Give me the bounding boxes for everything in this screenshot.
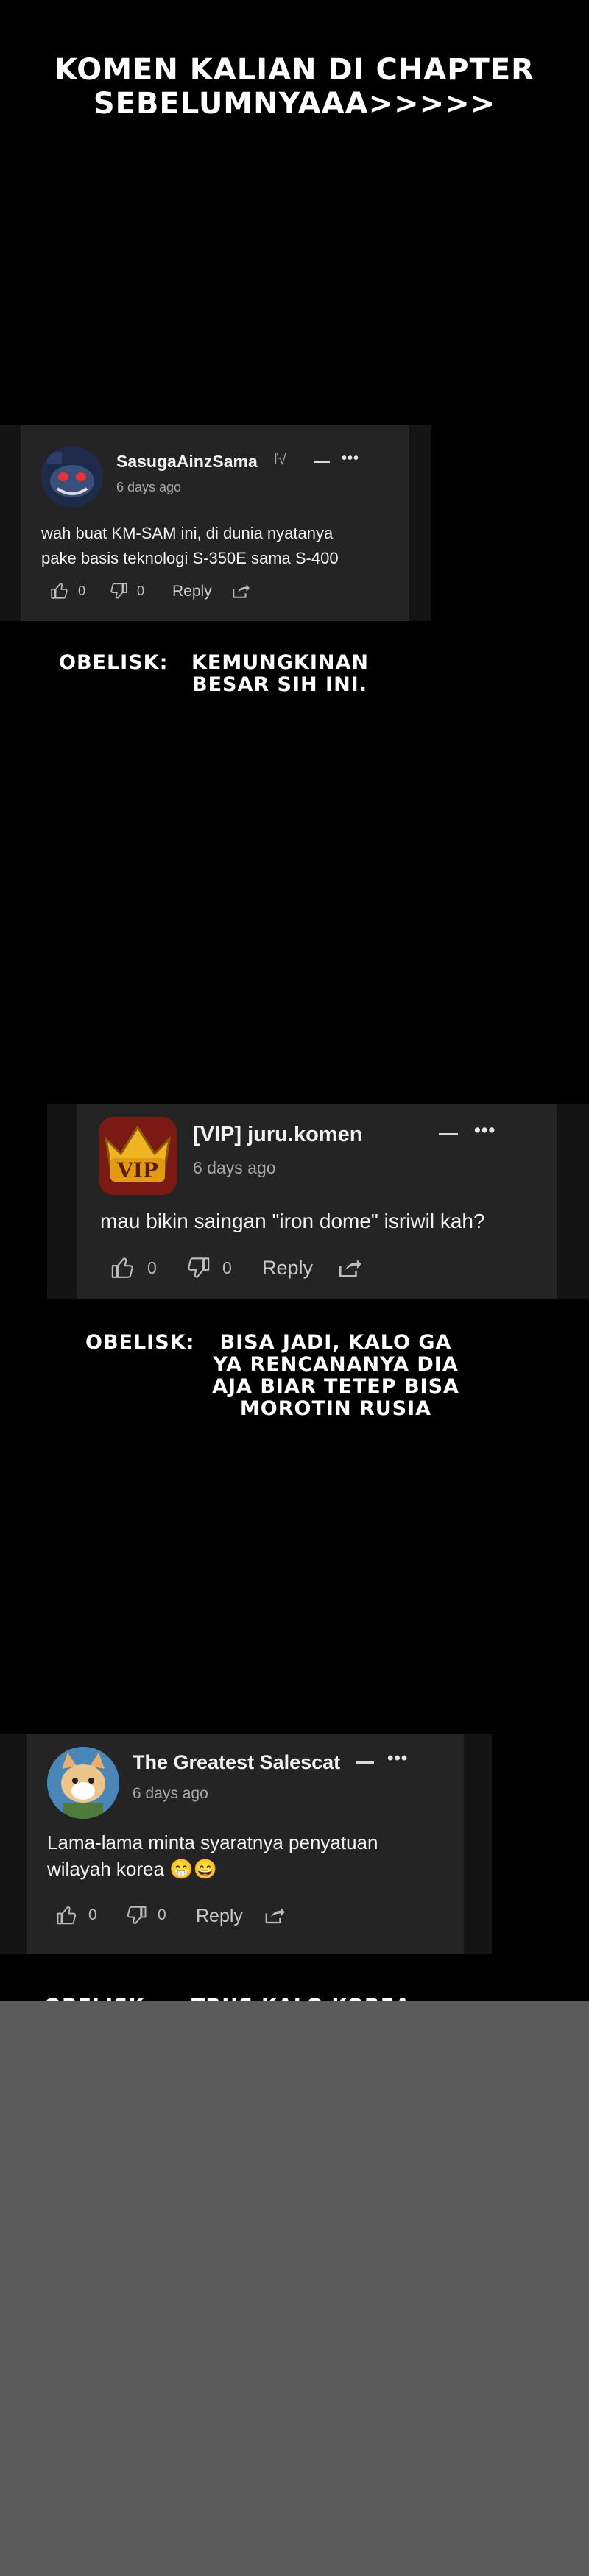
like-count: 0	[88, 1906, 97, 1923]
share-icon	[233, 584, 250, 598]
reply-button[interactable]: Reply	[172, 583, 212, 600]
narration-speaker: OBELISK:	[59, 651, 169, 674]
dislike-button[interactable]: 0	[125, 1904, 166, 1926]
narration-line: KEMUNGKINAN	[191, 651, 369, 674]
share-icon	[265, 1908, 285, 1924]
comment-time: 6 days ago	[193, 1158, 276, 1177]
dislike-button[interactable]: 0	[109, 581, 144, 600]
comment-text: wah buat KM-SAM ini, di dunia nyatanya p…	[41, 521, 339, 571]
comment-username[interactable]: The Greatest Salescat	[133, 1751, 340, 1774]
vip-crown-icon	[99, 1117, 177, 1195]
share-button[interactable]	[231, 581, 250, 600]
comment-card-2: VIP [VIP] juru.komen ••• 6 days ago mau …	[77, 1104, 557, 1299]
comment-text: mau bikin saingan "iron dome" isriwil ka…	[100, 1210, 485, 1232]
user-badge-icon: ľ√	[274, 452, 286, 468]
avatar-character-image	[41, 446, 103, 508]
more-icon[interactable]: •••	[342, 450, 359, 467]
narration-line: BISA JADI, KALO GA	[219, 1331, 452, 1354]
avatar[interactable]	[47, 1747, 119, 1819]
avatar[interactable]: VIP	[99, 1117, 177, 1195]
comment-time: 6 days ago	[116, 480, 182, 494]
dislike-count: 0	[137, 583, 145, 598]
reply-button[interactable]: Reply	[196, 1906, 243, 1927]
narration-speaker: OBELISK:	[85, 1331, 195, 1354]
unloaded-image-area	[0, 2001, 589, 2576]
narration-line: YA RENCANANYA DIA	[213, 1353, 459, 1376]
thumbs-up-icon	[57, 1906, 77, 1925]
reply-button[interactable]: Reply	[262, 1257, 313, 1280]
comment-time: 6 days ago	[133, 1785, 208, 1802]
narration-line: AJA BIAR TETEP BISA	[212, 1375, 459, 1398]
comment-text: Lama-lama minta syaratnya penyatuan wila…	[47, 1829, 378, 1882]
thumbs-down-icon	[127, 1906, 147, 1925]
comment-text-line-1: Lama-lama minta syaratnya penyatuan	[47, 1831, 378, 1853]
narration-2: OBELISK: BISA JADI, KALO GA YA RENCANANY…	[85, 1332, 468, 1427]
like-button[interactable]: 0	[110, 1255, 157, 1280]
minus-icon[interactable]	[314, 461, 330, 463]
thumbs-down-icon	[110, 583, 127, 599]
share-button[interactable]	[337, 1255, 362, 1280]
comment-text-line-2: pake basis teknologi S-350E sama S-400	[41, 549, 339, 567]
share-icon	[339, 1259, 361, 1277]
narration-line: BESAR SIH INI.	[192, 673, 367, 696]
title-line-2: SEBELUMNYAAA>>>>>	[93, 87, 496, 121]
thumbs-up-icon	[51, 583, 68, 599]
like-count: 0	[147, 1257, 157, 1277]
minus-icon[interactable]	[439, 1133, 458, 1135]
comment-username[interactable]: [VIP] juru.komen	[193, 1123, 362, 1147]
like-button[interactable]: 0	[56, 1904, 97, 1926]
comment-username[interactable]: SasugaAinzSama	[116, 452, 258, 472]
page-title: KOMEN KALIAN DI CHAPTER SEBELUMNYAAA>>>>…	[0, 53, 589, 121]
like-button[interactable]: 0	[50, 581, 85, 600]
comment-card-1: SasugaAinzSama ľ√ ••• 6 days ago wah bua…	[21, 425, 409, 621]
vip-badge-text: VIP	[117, 1158, 158, 1182]
minus-icon[interactable]	[356, 1761, 374, 1764]
thumbs-up-icon	[111, 1257, 133, 1278]
more-icon[interactable]: •••	[387, 1748, 408, 1769]
dislike-button[interactable]: 0	[186, 1255, 232, 1280]
comment-text-line-2: wilayah korea 😁😄	[47, 1858, 217, 1880]
dislike-count: 0	[158, 1906, 166, 1923]
avatar-cat-image	[47, 1747, 119, 1819]
narration-line: MOROTIN RUSIA	[239, 1397, 432, 1420]
comment-text-line-1: wah buat KM-SAM ini, di dunia nyatanya	[41, 524, 334, 542]
avatar[interactable]	[41, 446, 103, 508]
more-icon[interactable]: •••	[474, 1120, 495, 1141]
dislike-count: 0	[222, 1257, 232, 1277]
like-count: 0	[78, 583, 86, 598]
narration-1: OBELISK: KEMUNGKINAN BESAR SIH INI.	[59, 652, 398, 703]
share-button[interactable]	[264, 1904, 286, 1926]
thumbs-down-icon	[188, 1257, 210, 1278]
comment-card-3: The Greatest Salescat ••• 6 days ago Lam…	[27, 1734, 464, 1954]
title-line-1: KOMEN KALIAN DI CHAPTER	[54, 53, 535, 87]
